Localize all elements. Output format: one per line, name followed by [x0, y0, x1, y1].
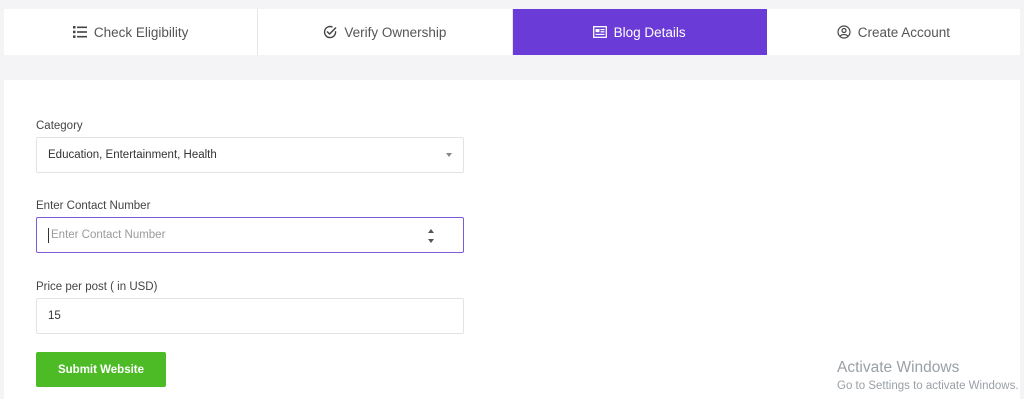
spinner-up-icon[interactable] [428, 229, 434, 233]
contact-label: Enter Contact Number [36, 200, 151, 212]
tab-create-account[interactable]: Create Account [767, 9, 1020, 55]
number-spinner[interactable] [427, 229, 435, 243]
step-tabs: Check Eligibility Verify Ownership Blog … [4, 9, 1020, 55]
tab-check-eligibility[interactable]: Check Eligibility [4, 9, 259, 55]
price-input[interactable]: 15 [36, 298, 464, 334]
category-select[interactable]: Education, Entertainment, Health [36, 137, 464, 173]
tab-label: Create Account [857, 24, 951, 40]
tab-label: Verify Ownership [344, 24, 447, 40]
price-label: Price per post ( in USD) [36, 281, 158, 293]
spinner-down-icon[interactable] [428, 239, 434, 243]
tab-label: Check Eligibility [93, 24, 189, 40]
category-label: Category [36, 120, 83, 132]
text-caret [48, 227, 49, 243]
watermark-title: Activate Windows [837, 359, 960, 376]
list-icon [72, 25, 87, 39]
contact-number-input[interactable]: Enter Contact Number [36, 217, 464, 253]
activate-windows-watermark: Activate Windows Go to Settings to activ… [837, 359, 1019, 393]
window-icon [592, 25, 607, 39]
category-value: Education, Entertainment, Health [48, 149, 217, 161]
check-circle-icon [323, 25, 337, 39]
chevron-down-icon [446, 153, 452, 157]
price-value: 15 [48, 310, 61, 322]
tab-label: Blog Details [613, 24, 686, 40]
tab-blog-details[interactable]: Blog Details [512, 9, 767, 55]
contact-placeholder: Enter Contact Number [51, 229, 166, 241]
blog-details-form: Category Education, Entertainment, Healt… [4, 80, 1020, 399]
watermark-subtitle: Go to Settings to activate Windows. [837, 380, 1019, 392]
submit-website-button[interactable]: Submit Website [36, 352, 166, 387]
tab-verify-ownership[interactable]: Verify Ownership [258, 9, 513, 55]
user-circle-icon [837, 25, 851, 39]
